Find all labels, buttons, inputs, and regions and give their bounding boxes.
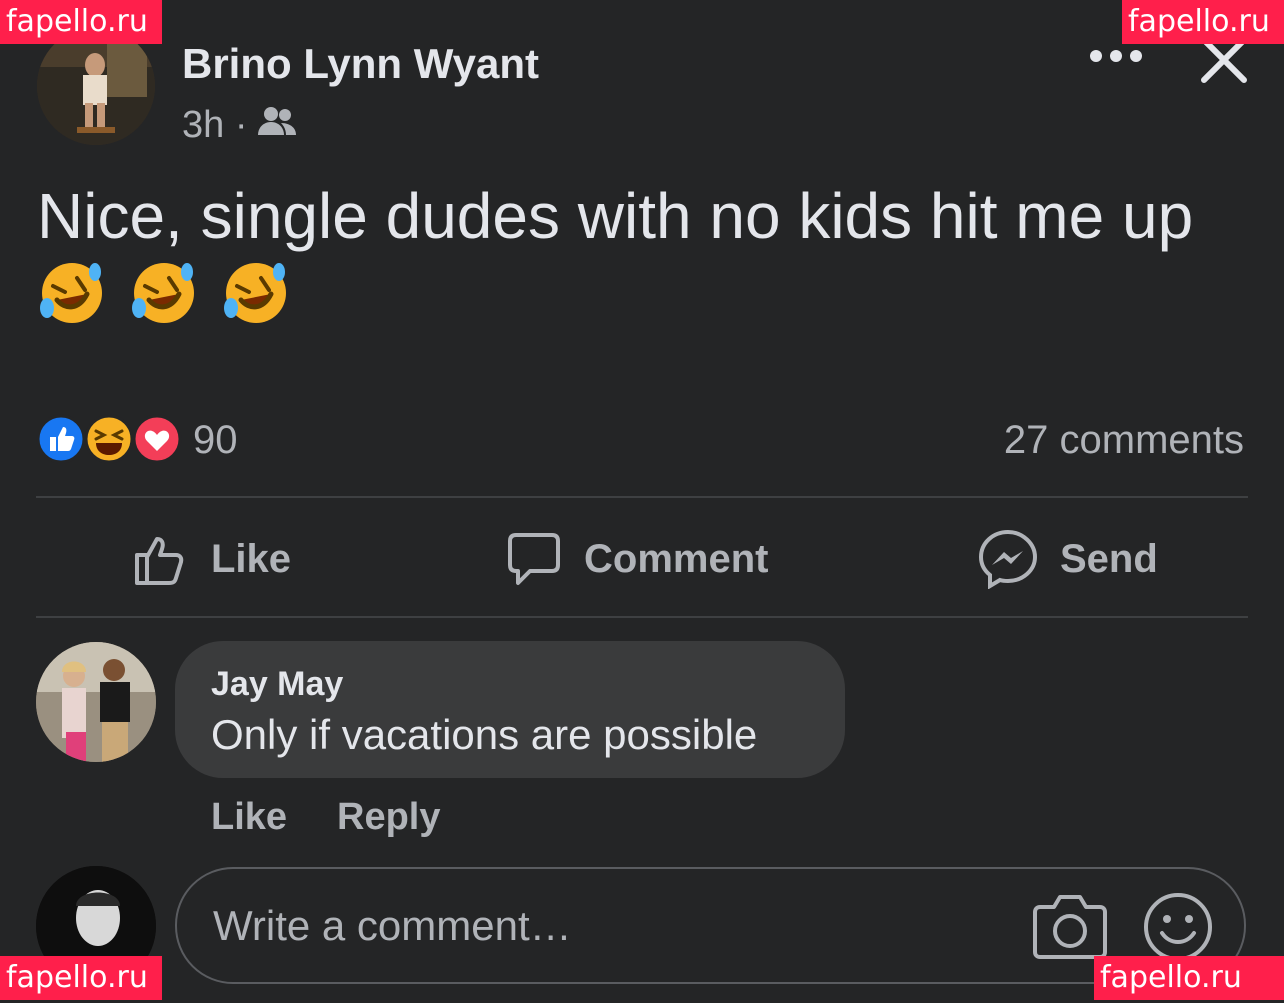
messenger-icon bbox=[978, 529, 1038, 589]
emoji-smile-icon[interactable] bbox=[1142, 891, 1214, 963]
send-button[interactable]: Send bbox=[978, 528, 1158, 590]
post-text: Nice, single dudes with no kids hit me u… bbox=[37, 176, 1237, 336]
thumbs-up-icon bbox=[135, 537, 184, 585]
post-meta: 3h · bbox=[182, 104, 297, 147]
comment-icon bbox=[508, 533, 560, 585]
comment-input[interactable] bbox=[211, 893, 995, 959]
comment-composer[interactable] bbox=[175, 867, 1246, 984]
comment-button-label: Comment bbox=[584, 536, 769, 581]
post-text-content: Nice, single dudes with no kids hit me u… bbox=[37, 180, 1194, 252]
commenter-name[interactable]: Jay May bbox=[211, 665, 343, 704]
rolling-laughing-emoji-icon bbox=[131, 263, 194, 323]
like-button-label: Like bbox=[211, 536, 292, 581]
divider bbox=[36, 616, 1248, 618]
comment-button[interactable]: Comment bbox=[506, 528, 768, 590]
rolling-laughing-emoji-icon bbox=[223, 263, 286, 323]
watermark: fapello.ru bbox=[1094, 956, 1284, 1000]
post-author-name[interactable]: Brino Lynn Wyant bbox=[182, 40, 539, 88]
comment-text: Only if vacations are possible bbox=[211, 711, 758, 758]
divider bbox=[36, 496, 1248, 498]
comment-bubble[interactable]: Jay May Only if vacations are possible bbox=[175, 641, 845, 778]
commenter-avatar[interactable] bbox=[36, 642, 156, 762]
author-avatar[interactable] bbox=[37, 27, 155, 145]
comment-reply-link[interactable]: Reply bbox=[337, 796, 440, 839]
watermark: fapello.ru bbox=[1122, 0, 1284, 44]
comment-like-link[interactable]: Like bbox=[211, 796, 287, 839]
love-reaction-icon bbox=[132, 414, 182, 464]
watermark: fapello.ru bbox=[0, 0, 162, 44]
like-reaction-icon bbox=[36, 414, 86, 464]
rolling-laughing-emoji-icon bbox=[40, 263, 102, 323]
friends-icon bbox=[257, 104, 297, 147]
reaction-count[interactable]: 90 bbox=[193, 418, 238, 463]
camera-icon[interactable] bbox=[1032, 891, 1108, 961]
comments-count[interactable]: 27 comments bbox=[1004, 418, 1244, 463]
like-button[interactable]: Like bbox=[133, 528, 291, 590]
post-time: 3h · bbox=[182, 104, 248, 146]
send-button-label: Send bbox=[1060, 536, 1158, 581]
more-options-icon[interactable] bbox=[1088, 44, 1144, 68]
haha-reaction-icon bbox=[84, 414, 134, 464]
watermark: fapello.ru bbox=[0, 956, 162, 1000]
